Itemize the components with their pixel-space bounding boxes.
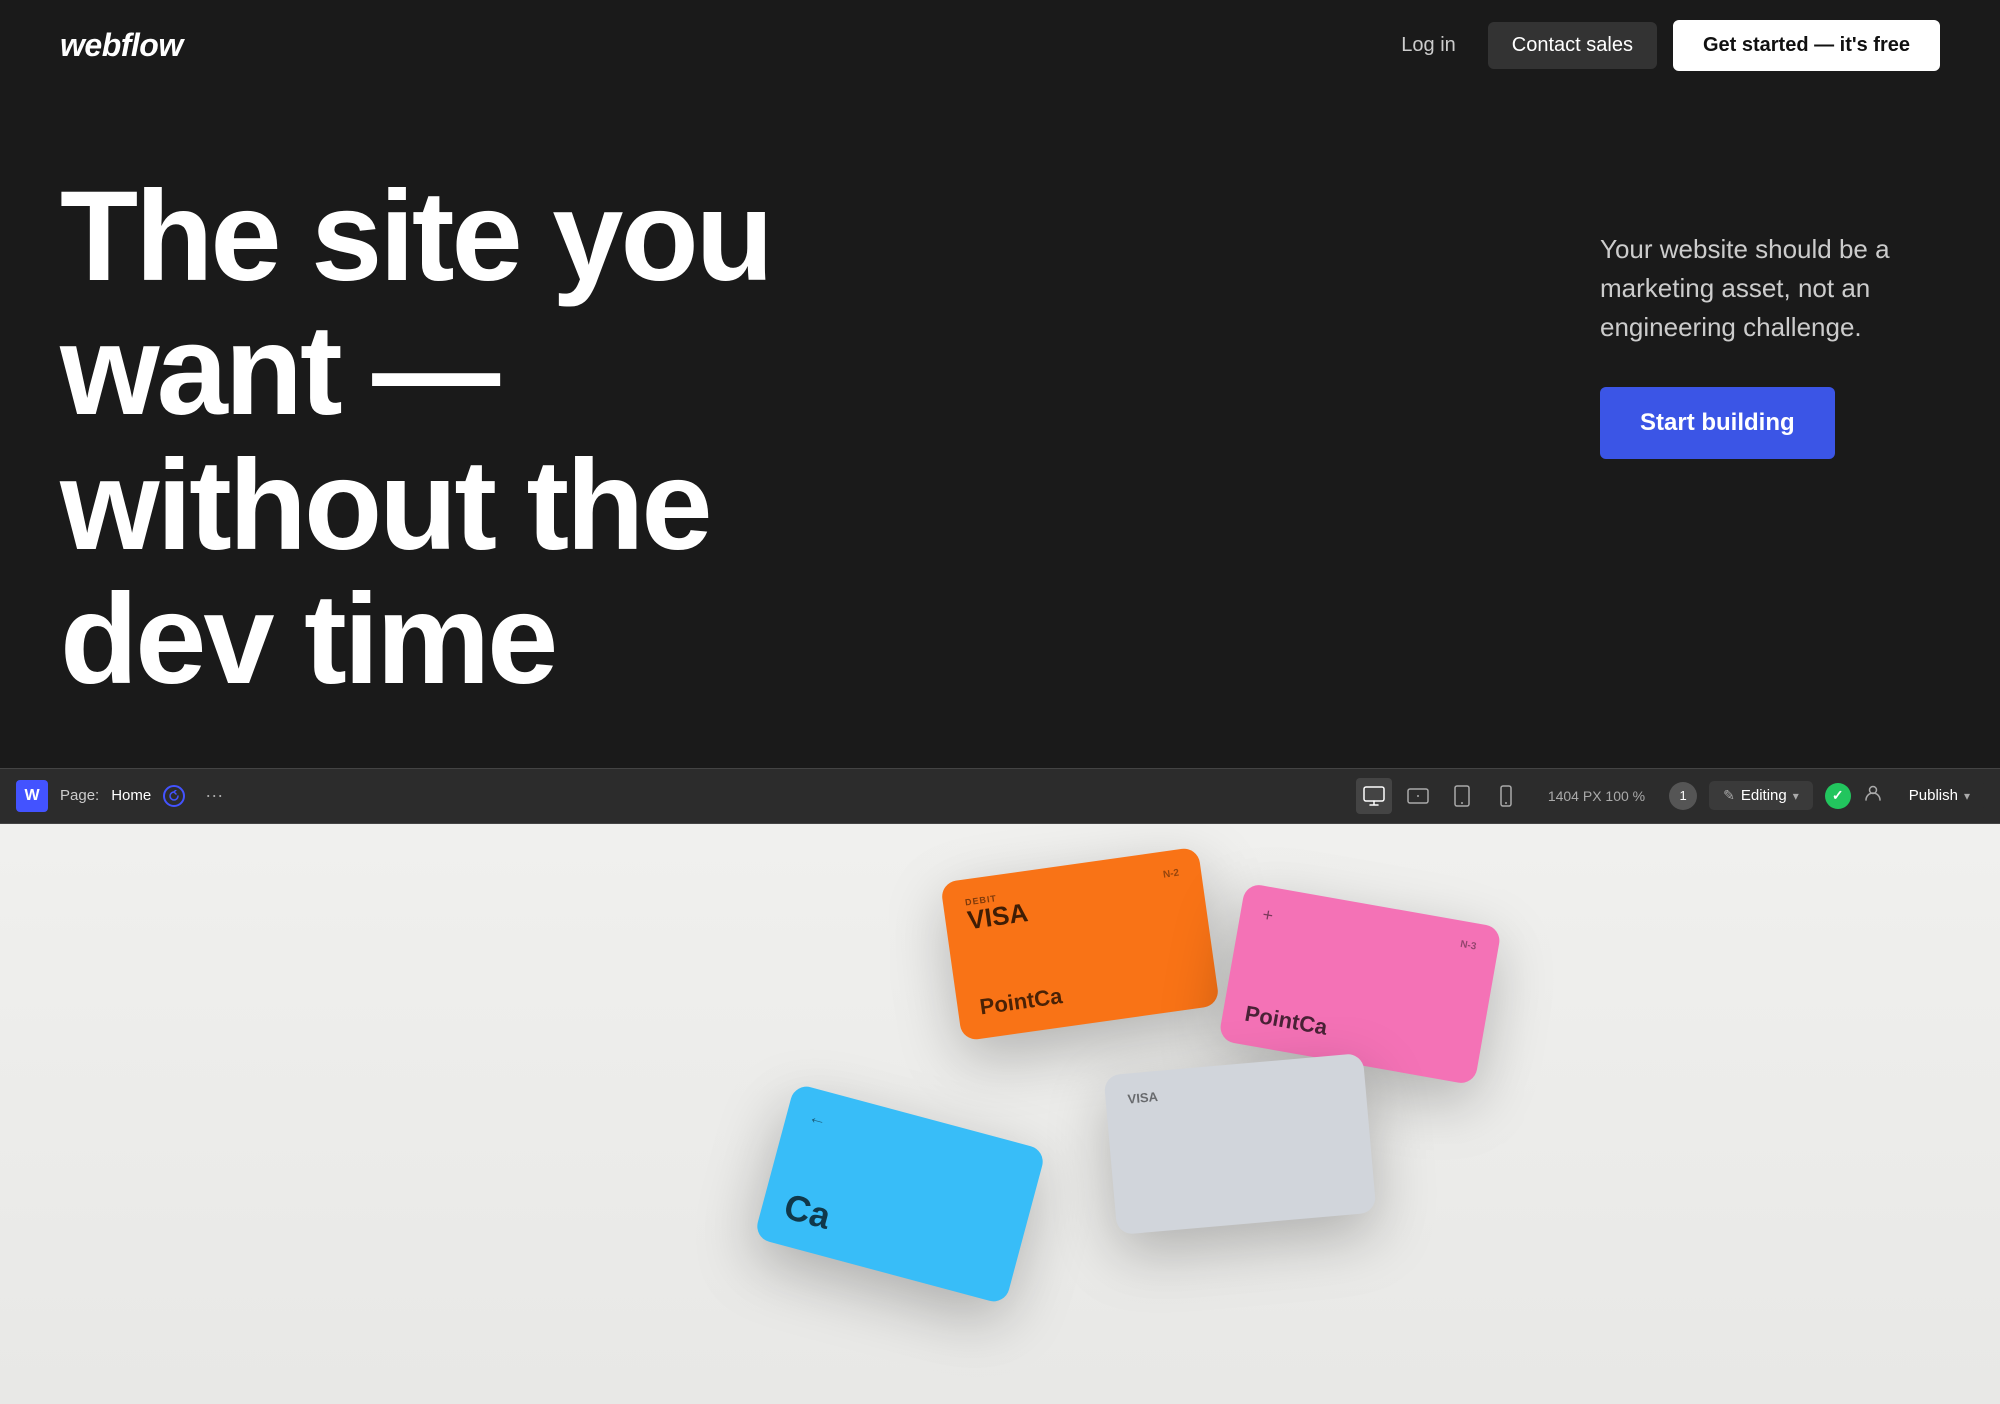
person-icon[interactable] bbox=[1863, 783, 1883, 809]
card-visa-gray: VISA bbox=[1127, 1089, 1159, 1107]
start-building-button[interactable]: Start building bbox=[1600, 387, 1835, 459]
editor-bar: W Page: Home ··· 1404 PX 100 % 1 ✎ bbox=[0, 768, 2000, 824]
hero-right: Your website should be a marketing asset… bbox=[1560, 170, 1940, 459]
card-gray: VISA bbox=[1104, 1053, 1377, 1235]
card-orange: DEBIT VISA N-2 PointCa bbox=[940, 846, 1220, 1041]
viewport-dimensions: 1404 PX 100 % bbox=[1548, 788, 1645, 804]
publish-label: Publish bbox=[1909, 787, 1958, 804]
more-options-icon[interactable]: ··· bbox=[205, 785, 223, 806]
publish-chevron-icon: ▾ bbox=[1964, 789, 1970, 803]
card-arrow-icon-blue: ← bbox=[806, 1106, 829, 1131]
refresh-icon[interactable] bbox=[163, 785, 185, 807]
card-blue: ← Ca bbox=[754, 1083, 1047, 1305]
logo[interactable]: webflow bbox=[60, 27, 183, 64]
publish-button[interactable]: Publish ▾ bbox=[1895, 781, 1984, 810]
viewport-controls bbox=[1356, 778, 1524, 814]
editing-mode-button[interactable]: ✎ Editing ▾ bbox=[1709, 781, 1813, 810]
desktop-viewport-button[interactable] bbox=[1356, 778, 1392, 814]
published-status-icon[interactable] bbox=[1825, 783, 1851, 809]
page-name[interactable]: Home bbox=[111, 787, 151, 804]
mobile-viewport-button[interactable] bbox=[1488, 778, 1524, 814]
contact-sales-button[interactable]: Contact sales bbox=[1488, 22, 1657, 69]
card-name: PointCa bbox=[978, 964, 1196, 1020]
card-name-blue: Ca bbox=[780, 1185, 1000, 1281]
editor-right-controls: 1 ✎ Editing ▾ Publish ▾ bbox=[1669, 781, 1984, 810]
user-count-badge[interactable]: 1 bbox=[1669, 782, 1697, 810]
card-plus-icon: + bbox=[1261, 904, 1275, 927]
webflow-logo-icon[interactable]: W bbox=[16, 780, 48, 812]
pencil-icon: ✎ bbox=[1723, 787, 1735, 804]
editing-label: Editing bbox=[1741, 787, 1787, 804]
canvas-inner: DEBIT VISA N-2 PointCa + N-3 bbox=[0, 824, 2000, 1404]
tablet-portrait-viewport-button[interactable] bbox=[1444, 778, 1480, 814]
canvas-preview: DEBIT VISA N-2 PointCa + N-3 bbox=[0, 824, 2000, 1404]
card-number-pink: N-3 bbox=[1459, 938, 1477, 952]
nav-right: Log in Contact sales Get started — it's … bbox=[1385, 20, 1940, 71]
card-brand-visa: VISA bbox=[966, 899, 1030, 933]
hero-headline: The site you want — without the dev time bbox=[60, 170, 880, 708]
login-button[interactable]: Log in bbox=[1385, 24, 1472, 67]
hero-subtext: Your website should be a marketing asset… bbox=[1600, 230, 1940, 347]
cards-container: DEBIT VISA N-2 PointCa + N-3 bbox=[730, 824, 1630, 1404]
chevron-down-icon: ▾ bbox=[1793, 789, 1799, 803]
hero-section: The site you want — without the dev time… bbox=[0, 90, 2000, 768]
navbar: webflow Log in Contact sales Get started… bbox=[0, 0, 2000, 90]
tablet-landscape-viewport-button[interactable] bbox=[1400, 778, 1436, 814]
hero-left: The site you want — without the dev time bbox=[60, 170, 1560, 708]
page-label: Page: bbox=[60, 787, 99, 804]
card-number: N-2 bbox=[1162, 867, 1179, 880]
get-started-button[interactable]: Get started — it's free bbox=[1673, 20, 1940, 71]
card-pink: + N-3 PointCa bbox=[1218, 882, 1502, 1085]
